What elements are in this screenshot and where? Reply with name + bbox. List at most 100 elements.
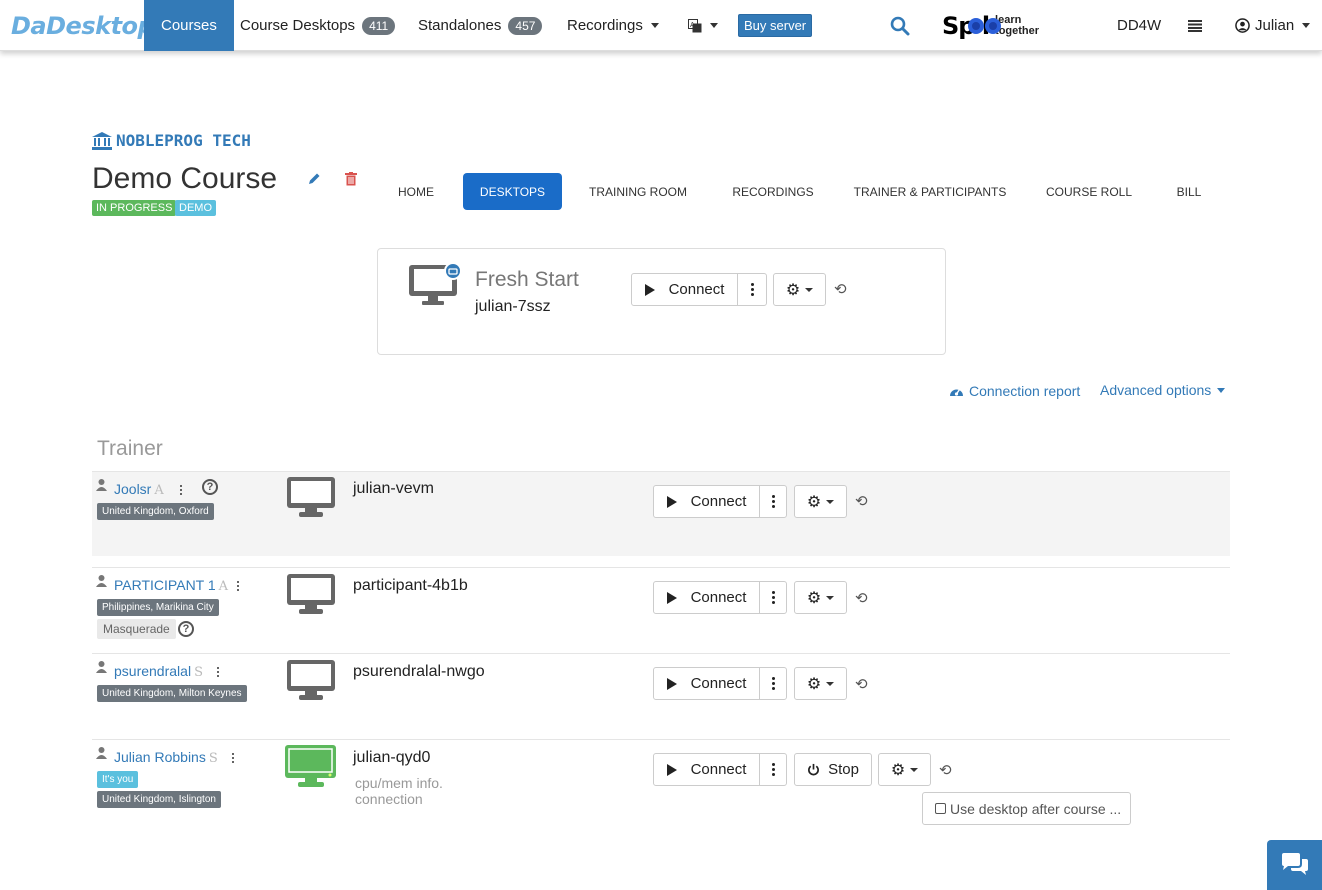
tab-trainer-participants[interactable]: TRAINER & PARTICIPANTS — [846, 173, 1014, 210]
connect-group: Connect — [653, 753, 787, 786]
nav-recordings-dropdown[interactable]: Recordings — [567, 0, 659, 51]
divider — [92, 567, 1230, 568]
user-name-link[interactable]: PARTICIPANT 1A — [114, 577, 228, 594]
nav-recordings-label: Recordings — [567, 17, 643, 34]
spool-logo[interactable]: Sp l learn together — [942, 0, 1039, 51]
buy-server-button[interactable]: Buy server — [738, 14, 813, 37]
user-role: A — [218, 579, 229, 594]
settings-dropdown-inner: ⚙ — [795, 668, 846, 699]
history-icon[interactable]: ⟲ — [855, 589, 868, 607]
region-label: DD4W — [1117, 17, 1162, 34]
stop-label: Stop — [828, 761, 859, 778]
gear-icon: ⚙ — [890, 761, 906, 779]
monitor-icon — [409, 263, 460, 305]
connect-button[interactable]: Connect — [654, 486, 759, 517]
history-icon[interactable]: ⟲ — [834, 280, 847, 298]
history-icon[interactable]: ⟲ — [939, 761, 952, 779]
region-selector[interactable]: DD4W — [1117, 0, 1161, 51]
fresh-start-connect-group: Connect — [631, 273, 767, 306]
masquerade-button[interactable]: Masquerade — [97, 619, 176, 639]
checkbox[interactable] — [935, 803, 946, 814]
connect-button[interactable]: Connect — [654, 754, 759, 785]
its-you-badge: It's you — [97, 771, 139, 788]
chevron-down-icon — [826, 595, 835, 600]
help-icon[interactable]: ? — [202, 479, 218, 495]
monitor-running-icon — [285, 745, 336, 787]
user-role: S — [194, 665, 203, 680]
user-name-link[interactable]: psurendralal S — [114, 663, 203, 680]
user-name: Julian — [1255, 17, 1295, 34]
user-name-link[interactable]: Julian Robbins S — [114, 749, 218, 766]
nav-standalones-label: Standalones — [418, 17, 502, 34]
connect-label: Connect — [690, 493, 747, 510]
connect-options-button[interactable] — [737, 274, 766, 305]
connect-options-button[interactable] — [759, 486, 786, 517]
chevron-down-icon — [1302, 23, 1311, 28]
chevron-down-icon — [650, 23, 659, 28]
user-circle-icon — [1235, 18, 1250, 33]
settings-dropdown[interactable]: ⚙ — [794, 485, 847, 518]
connect-options-button[interactable] — [759, 582, 786, 613]
fresh-start-title: Fresh Start — [475, 268, 579, 291]
settings-dropdown[interactable]: ⚙ — [794, 667, 847, 700]
user-menu-kebab[interactable] — [237, 581, 239, 591]
user-menu-kebab[interactable] — [180, 485, 182, 495]
user-icon — [96, 575, 107, 590]
translate-icon: A — [688, 18, 702, 32]
fresh-start-hostname: julian-7ssz — [475, 298, 551, 315]
tab-bill[interactable]: BILL — [1165, 173, 1213, 210]
tab-course-roll[interactable]: COURSE ROLL — [1038, 173, 1140, 210]
kebab-icon — [771, 495, 775, 508]
nav-standalones[interactable]: Standalones 457 — [418, 0, 543, 51]
use-desktop-after-course-label: Use desktop after course ... — [950, 800, 1122, 817]
monitor-icon — [287, 477, 335, 517]
connect-button[interactable]: Connect — [654, 668, 759, 699]
top-navbar: DaDesktop Courses Course Desktops 411 Sta… — [0, 0, 1322, 51]
user-name: psurendralal — [114, 663, 192, 679]
settings-dropdown-inner: ⚙ — [795, 486, 846, 517]
stop-button[interactable]: Stop — [794, 753, 872, 786]
tab-desktops[interactable]: DESKTOPS — [463, 173, 562, 210]
user-menu-dropdown[interactable]: Julian — [1235, 0, 1311, 51]
power-icon — [808, 763, 819, 776]
connect-button[interactable]: Connect — [654, 582, 759, 613]
page-title: Demo Course — [92, 162, 278, 195]
use-desktop-after-course-toggle[interactable]: Use desktop after course ... — [922, 792, 1131, 825]
advanced-options-dropdown[interactable]: Advanced options — [1100, 382, 1226, 398]
list-menu-button[interactable] — [1188, 0, 1202, 51]
brand-logo[interactable]: DaDesktop — [11, 12, 155, 40]
chat-widget-button[interactable] — [1267, 840, 1322, 890]
user-menu-kebab[interactable] — [232, 753, 234, 763]
list-icon — [1188, 19, 1202, 32]
settings-dropdown[interactable]: ⚙ — [878, 753, 931, 786]
section-title-trainer: Trainer — [97, 437, 163, 460]
nav-course-desktops[interactable]: Course Desktops 411 — [240, 0, 396, 51]
connect-group: Connect — [653, 485, 787, 518]
history-icon[interactable]: ⟲ — [855, 675, 868, 693]
user-menu-kebab[interactable] — [217, 667, 219, 677]
tab-home[interactable]: HOME — [380, 173, 452, 210]
language-dropdown[interactable]: A — [688, 0, 718, 51]
connect-options-button[interactable] — [759, 754, 786, 785]
search-button[interactable] — [890, 0, 910, 51]
institution-icon — [92, 131, 112, 150]
help-icon[interactable]: ? — [178, 621, 194, 637]
nav-courses[interactable]: Courses — [144, 0, 234, 51]
gear-icon: ⚙ — [785, 281, 801, 299]
connect-button[interactable]: Connect — [632, 274, 737, 305]
settings-dropdown[interactable]: ⚙ — [773, 273, 826, 306]
edit-course-button[interactable] — [307, 172, 321, 191]
connection-report-link[interactable]: Connection report — [949, 383, 1080, 399]
connect-label: Connect — [668, 281, 725, 298]
history-icon[interactable]: ⟲ — [855, 492, 868, 510]
delete-course-button[interactable] — [345, 172, 357, 191]
settings-dropdown[interactable]: ⚙ — [794, 581, 847, 614]
gear-icon: ⚙ — [806, 589, 822, 607]
user-name-link[interactable]: Joolsr A — [114, 481, 164, 498]
tab-training-room[interactable]: TRAINING ROOM — [578, 173, 698, 210]
connect-options-button[interactable] — [759, 668, 786, 699]
advanced-options-label: Advanced options — [1100, 382, 1212, 398]
tab-recordings[interactable]: RECORDINGS — [722, 173, 824, 210]
chevron-down-icon — [710, 23, 718, 28]
pencil-icon — [309, 173, 320, 184]
